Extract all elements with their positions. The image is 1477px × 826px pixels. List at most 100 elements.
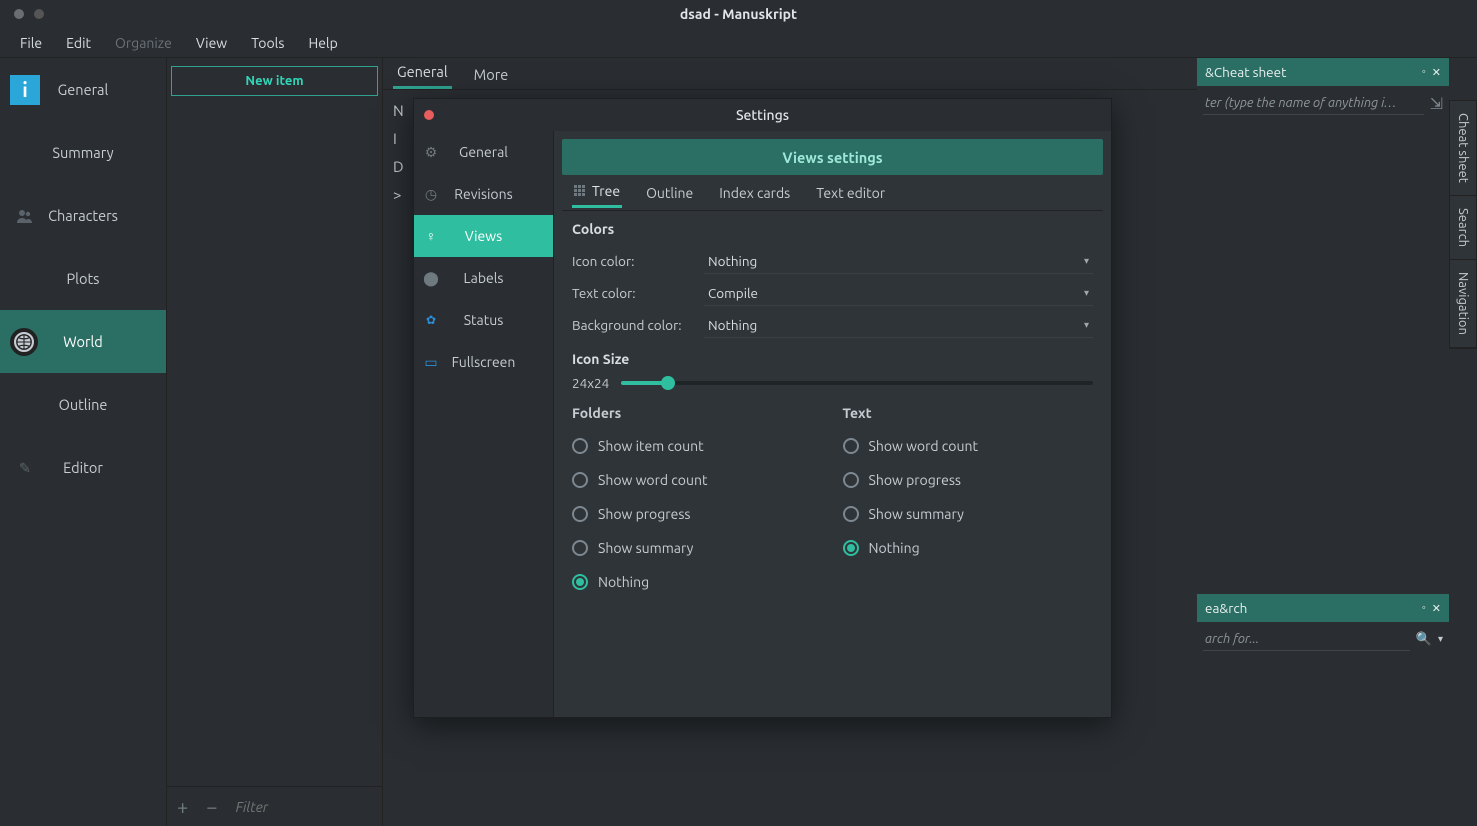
nav-general[interactable]: i General bbox=[0, 58, 166, 121]
icon-color-label: Icon color: bbox=[572, 253, 696, 269]
chevron-down-icon: ▾ bbox=[1084, 319, 1089, 331]
new-item-button[interactable]: New item bbox=[171, 66, 378, 96]
settings-nav: ⚙ General ◷ Revisions ♀ Views ⬤ Labels ✿… bbox=[414, 131, 554, 717]
snav-label: Status bbox=[464, 312, 504, 328]
colors-heading: Colors bbox=[572, 221, 1093, 237]
window-min-button[interactable] bbox=[34, 9, 44, 19]
drop-icon: ⬤ bbox=[424, 271, 438, 285]
nav-label: World bbox=[63, 333, 102, 350]
dock-detach-button[interactable]: ◦ bbox=[1422, 602, 1426, 615]
nav-world[interactable]: World bbox=[0, 310, 166, 373]
snav-label: Views bbox=[465, 228, 502, 244]
search-title: ea&rch bbox=[1205, 600, 1247, 616]
content-tab-more[interactable]: More bbox=[470, 60, 513, 89]
snav-labels[interactable]: ⬤ Labels bbox=[414, 257, 553, 299]
snav-revisions[interactable]: ◷ Revisions bbox=[414, 173, 553, 215]
views-tab-index-cards[interactable]: Index cards bbox=[717, 179, 792, 207]
bulb-icon: ♀ bbox=[424, 229, 438, 243]
views-tab-outline[interactable]: Outline bbox=[644, 179, 695, 207]
menu-help[interactable]: Help bbox=[296, 31, 349, 55]
views-tab-text-editor[interactable]: Text editor bbox=[814, 179, 887, 207]
select-value: Nothing bbox=[708, 253, 757, 269]
folders-opt-summary[interactable]: Show summary bbox=[572, 531, 823, 565]
nav-characters[interactable]: Characters bbox=[0, 184, 166, 247]
globe-icon bbox=[10, 328, 38, 356]
text-color-label: Text color: bbox=[572, 285, 696, 301]
text-opt-nothing[interactable]: Nothing bbox=[843, 531, 1094, 565]
settings-close-button[interactable] bbox=[424, 110, 434, 120]
nav-label: Plots bbox=[67, 270, 100, 287]
snav-views[interactable]: ♀ Views bbox=[414, 215, 553, 257]
info-icon: i bbox=[10, 75, 40, 105]
folders-opt-nothing[interactable]: Nothing bbox=[572, 565, 823, 599]
snav-status[interactable]: ✿ Status bbox=[414, 299, 553, 341]
nav-editor[interactable]: ✎ Editor bbox=[0, 436, 166, 499]
clock-icon: ◷ bbox=[424, 187, 438, 201]
nav-outline[interactable]: Outline bbox=[0, 373, 166, 436]
text-color-select[interactable]: Compile ▾ bbox=[704, 280, 1093, 306]
folders-opt-itemcount[interactable]: Show item count bbox=[572, 429, 823, 463]
dock-detach-button[interactable]: ◦ bbox=[1422, 66, 1426, 79]
menu-file[interactable]: File bbox=[8, 31, 54, 55]
nav-summary[interactable]: Summary bbox=[0, 121, 166, 184]
chevron-down-icon: ▾ bbox=[1084, 255, 1089, 267]
window-title: dsad - Manuskript bbox=[680, 6, 797, 22]
main-sidenav: i General Summary Characters Plots World… bbox=[0, 58, 167, 826]
bg-color-select[interactable]: Nothing ▾ bbox=[704, 312, 1093, 338]
vtab-search[interactable]: Search bbox=[1450, 196, 1476, 260]
menu-edit[interactable]: Edit bbox=[54, 31, 103, 55]
cheat-filter-input[interactable]: ter (type the name of anything i… bbox=[1203, 92, 1424, 115]
search-options-caret[interactable]: ▾ bbox=[1438, 633, 1443, 645]
right-tab-strip: Cheat sheet Search Navigation bbox=[1449, 100, 1477, 349]
cheat-sheet-dock-header[interactable]: &Cheat sheet ◦ ✕ bbox=[1197, 58, 1449, 86]
snav-label: Labels bbox=[464, 270, 504, 286]
snav-label: Revisions bbox=[454, 186, 512, 202]
window-titlebar: dsad - Manuskript bbox=[0, 0, 1477, 28]
settings-dialog: Settings ⚙ General ◷ Revisions ♀ Views ⬤… bbox=[413, 98, 1112, 718]
menu-tools[interactable]: Tools bbox=[239, 31, 296, 55]
nav-label: Characters bbox=[48, 207, 118, 224]
tree-panel: New item + − ♥ ▾ bbox=[167, 58, 383, 826]
text-opt-summary[interactable]: Show summary bbox=[843, 497, 1094, 531]
select-value: Nothing bbox=[708, 317, 757, 333]
search-input[interactable]: arch for... bbox=[1203, 628, 1410, 651]
menu-view[interactable]: View bbox=[184, 31, 239, 55]
add-item-button[interactable]: + bbox=[177, 795, 188, 818]
icon-color-select[interactable]: Nothing ▾ bbox=[704, 248, 1093, 274]
folders-heading: Folders bbox=[572, 405, 823, 421]
nav-label: General bbox=[58, 81, 109, 98]
monitor-icon: ▭ bbox=[424, 355, 438, 369]
cheat-sheet-title: &Cheat sheet bbox=[1205, 64, 1286, 80]
vtab-cheat-sheet[interactable]: Cheat sheet bbox=[1450, 101, 1476, 196]
iconsize-slider[interactable] bbox=[621, 381, 1093, 385]
iconsize-value: 24x24 bbox=[572, 375, 609, 391]
nav-plots[interactable]: Plots bbox=[0, 247, 166, 310]
users-icon bbox=[10, 201, 40, 231]
menubar: File Edit Organize View Tools Help bbox=[0, 28, 1477, 58]
text-opt-wordcount[interactable]: Show word count bbox=[843, 429, 1094, 463]
vtab-navigation[interactable]: Navigation bbox=[1450, 260, 1476, 348]
menu-organize: Organize bbox=[103, 31, 184, 55]
settings-titlebar[interactable]: Settings bbox=[414, 99, 1111, 131]
views-settings-header: Views settings bbox=[562, 139, 1103, 175]
views-tab-tree[interactable]: Tree bbox=[572, 177, 622, 208]
content-tab-general[interactable]: General bbox=[393, 57, 452, 89]
dock-close-button[interactable]: ✕ bbox=[1432, 602, 1441, 615]
snav-fullscreen[interactable]: ▭ Fullscreen bbox=[414, 341, 553, 383]
text-opt-progress[interactable]: Show progress bbox=[843, 463, 1094, 497]
remove-item-button[interactable]: − bbox=[206, 795, 217, 818]
pencil-icon: ✎ bbox=[10, 453, 40, 483]
dock-close-button[interactable]: ✕ bbox=[1432, 66, 1441, 79]
window-close-button[interactable] bbox=[14, 9, 24, 19]
folders-opt-wordcount[interactable]: Show word count bbox=[572, 463, 823, 497]
nav-label: Summary bbox=[52, 144, 113, 161]
snav-general[interactable]: ⚙ General bbox=[414, 131, 553, 173]
folders-opt-progress[interactable]: Show progress bbox=[572, 497, 823, 531]
nav-label: Editor bbox=[63, 459, 103, 476]
pin-icon[interactable]: ⇲ bbox=[1430, 94, 1443, 113]
search-dock-header[interactable]: ea&rch ◦ ✕ bbox=[1197, 594, 1449, 622]
snav-label: General bbox=[459, 144, 508, 160]
iconsize-heading: Icon Size bbox=[572, 351, 1093, 367]
snav-label: Fullscreen bbox=[452, 354, 516, 370]
search-icon[interactable]: 🔍 bbox=[1416, 632, 1432, 647]
